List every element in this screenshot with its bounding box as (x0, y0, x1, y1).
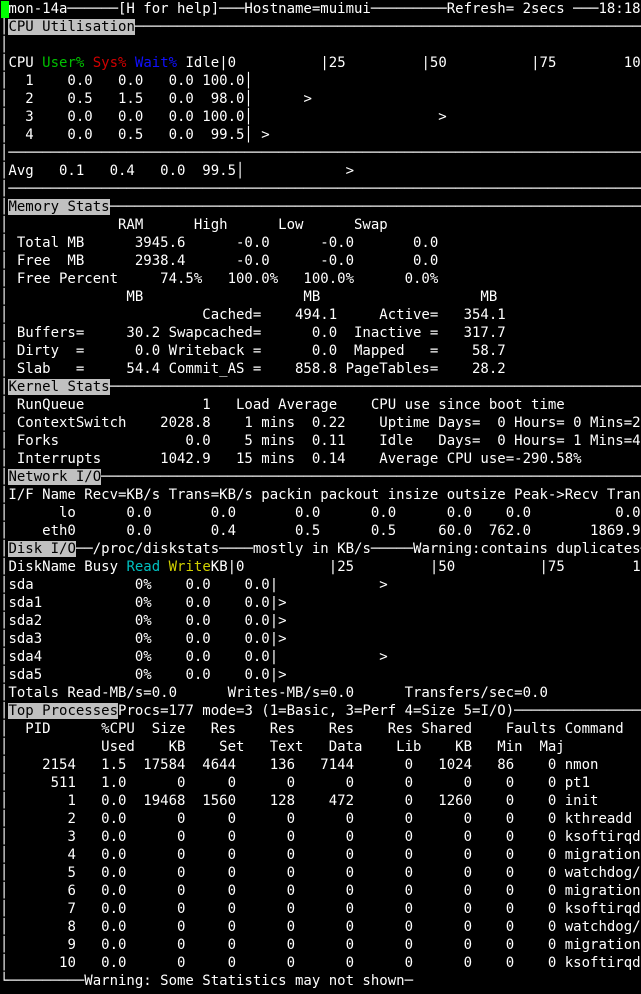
process-row-2154: 2154 1.5 17584 4644 136 7144 0 1024 86 0… (8, 757, 599, 773)
cpu-row-1: │ 1 0.0 0.0 0.0 100.0│ (0, 73, 253, 89)
disk-scale: |0 |25 |50 |75 100| (227, 559, 641, 575)
kernel-line-3: │ Interrupts 1042.9 15 mins 0.14 Average… (0, 451, 582, 467)
process-row-10: 10 0.0 0 0 0 0 0 0 0 0 ksoftirqd/2 (8, 955, 641, 971)
kernel-section-title-line: │Kernel Stats───────────────────────────… (0, 379, 641, 395)
disk-header: │DiskName Busy Read WriteKB|0 |25 |50 |7… (0, 558, 641, 576)
processes-header-2: │ Used KB Set Text Data Lib KB Min Maj (0, 739, 565, 755)
terminal-cursor (1, 1, 9, 18)
disk-row: │sda4 0% 0.0 0.0| > (0, 649, 388, 665)
process-row: │ 10 0.0 0 0 0 0 0 0 0 0 ksoftirqd/2 (0, 954, 641, 972)
memory-line-3: │ Free Percent 74.5% 100.0% 100.0% 0.0% (0, 271, 439, 287)
process-row-4: 4 0.0 0 0 0 0 0 0 0 0 migration/0 (8, 847, 641, 863)
disk-header-read: Read (126, 559, 161, 575)
footer-warning: └─────────Warning: Some Statistics may n… (0, 973, 414, 989)
process-row: │ 3 0.0 0 0 0 0 0 0 0 0 ksoftirqd/0 (0, 828, 641, 846)
cpu-header-user: User% (42, 55, 85, 71)
cpu-row: │ 2 0.5 1.5 0.0 98.0│ > │ (0, 91, 641, 107)
cpu-row: │ 1 0.0 0.0 0.0 100.0│ > (0, 73, 641, 89)
cpu-header-wait: Wait% (134, 55, 178, 71)
kernel-line-1: │ ContextSwitch 2028.8 1 mins 0.22 Uptim… (0, 415, 641, 431)
disk-header-write: Write (168, 559, 211, 575)
network-line-0: │I/F Name Recv=KB/s Trans=KB/s packin pa… (0, 487, 641, 503)
process-row-9: 9 0.0 0 0 0 0 0 0 0 0 migration/2 (8, 937, 641, 953)
memory-line-2: │ Free MB 2938.4 -0.0 -0.0 0.0 (0, 253, 439, 269)
process-row-8: 8 0.0 0 0 0 0 0 0 0 0 watchdog/1 (8, 919, 641, 935)
process-row: │ 2 0.0 0 0 0 0 0 0 0 0 kthreadd (0, 811, 633, 827)
memory-line-7: │ Dirty = 0.0 Writeback = 0.0 Mapped = 5… (0, 343, 506, 359)
disk-row-sda1: sda1 0% 0.0 0.0 (8, 595, 270, 611)
memory-line-5: │ Cached= 494.1 Active= 354.1 (0, 307, 506, 323)
disk-row-sda2: sda2 0% 0.0 0.0 (8, 613, 270, 629)
nmon-terminal[interactable]: nmon-14a──────[H for help]───Hostname=mu… (0, 0, 641, 994)
network-section-title: Network I/O (8, 469, 102, 485)
disk-row: │sda2 0% 0.0 0.0|> (0, 613, 287, 629)
processes-section-title: Top Processes (8, 703, 119, 719)
process-row-3: 3 0.0 0 0 0 0 0 0 0 0 ksoftirqd/0 (8, 829, 641, 845)
disk-row-sda5: sda5 0% 0.0 0.0 (8, 667, 270, 683)
cpu-sep: │───────────────────────────────────────… (0, 145, 641, 161)
memory-section-title: Memory Stats (8, 199, 110, 215)
cpu-row-3: │ 3 0.0 0.0 0.0 100.0│ (0, 109, 253, 125)
disk-section-title: Disk I/O (8, 541, 76, 557)
disk-row-sda: sda 0% 0.0 0.0 (8, 577, 270, 593)
disk-header-kb: KB (210, 559, 228, 575)
process-row: │ 6 0.0 0 0 0 0 0 0 0 0 migration/1 (0, 882, 641, 900)
cpu-row-4: │ 4 0.0 0.5 0.0 99.5│ (0, 127, 253, 143)
title-bar: nmon-14a──────[H for help]───Hostname=mu… (0, 1, 641, 17)
disk-row: │sda 0% 0.0 0.0| > (0, 577, 388, 593)
process-row: │ 1 0.0 19468 1560 128 472 0 1260 0 0 in… (0, 793, 599, 809)
cpu-header-idle: Idle (185, 55, 220, 71)
disk-row-sda4: sda4 0% 0.0 0.0 (8, 649, 270, 665)
process-row: │ 8 0.0 0 0 0 0 0 0 0 0 watchdog/1 (0, 918, 641, 936)
cpu-header-cpu: CPU (8, 55, 43, 71)
memory-line-8: │ Slab = 54.4 Commit_AS = 858.8 PageTabl… (0, 361, 506, 377)
disk-row: │sda3 0% 0.0 0.0|> (0, 631, 287, 647)
process-row: │ 9 0.0 0 0 0 0 0 0 0 0 migration/2 (0, 936, 641, 954)
cpu-header: │CPU User% Sys% Wait% Idle|0 |25 |50 |75… (0, 54, 641, 72)
kernel-section-title: Kernel Stats (8, 379, 110, 395)
cpu-blank: │ │ (0, 37, 641, 53)
cpu-sep-2: │───────────────────────────────────────… (0, 181, 641, 197)
cpu-section-title: CPU Utilisation (8, 19, 135, 35)
memory-line-6: │ Buffers= 30.2 Swapcached= 0.0 Inactive… (0, 325, 506, 341)
disk-row: │sda5 0% 0.0 0.0|> (0, 667, 287, 683)
process-row: │ 2154 1.5 17584 4644 136 7144 0 1024 86… (0, 757, 599, 773)
process-row: │ 4 0.0 0 0 0 0 0 0 0 0 migration/0 (0, 846, 641, 864)
process-row-6: 6 0.0 0 0 0 0 0 0 0 0 migration/1 (8, 883, 641, 899)
process-row: │ 7 0.0 0 0 0 0 0 0 0 0 ksoftirqd/1 (0, 900, 641, 918)
cpu-section-title-line: │CPU Utilisation────────────────────────… (0, 19, 641, 35)
process-row-5: 5 0.0 0 0 0 0 0 0 0 0 watchdog/0 (8, 865, 641, 881)
disk-section-title-line: │Disk I/O──/proc/diskstats────mostly in … (0, 541, 641, 557)
processes-summary: Procs=177 mode=3 (1=Basic, 3=Perf 4=Size… (118, 703, 515, 719)
process-row-1: 1 0.0 19468 1560 128 472 0 1260 0 0 init (8, 793, 599, 809)
process-row-2: 2 0.0 0 0 0 0 0 0 0 0 kthreadd (8, 811, 633, 827)
disk-row: │sda1 0% 0.0 0.0|> (0, 595, 287, 611)
cpu-header-sys: Sys% (92, 55, 127, 71)
process-row: │ 511 1.0 0 0 0 0 0 0 0 0 pt1 (0, 775, 591, 791)
disk-totals: │Totals Read-MB/s=0.0 Writes-MB/s=0.0 Tr… (0, 685, 548, 701)
memory-line-4: │ MB MB MB (0, 289, 498, 305)
network-section-title-line: │Network I/O────────────────────────────… (0, 469, 641, 485)
process-row: │ 5 0.0 0 0 0 0 0 0 0 0 watchdog/0 (0, 864, 641, 882)
cpu-row: │ 3 0.0 0.0 0.0 100.0│ > │ (0, 109, 641, 125)
memory-line-0: │ RAM High Low Swap (0, 217, 388, 233)
cpu-row: │ 4 0.0 0.5 0.0 99.5│ > │ (0, 127, 641, 143)
memory-section-title-line: │Memory Stats───────────────────────────… (0, 199, 641, 215)
cpu-row-2: │ 2 0.5 1.5 0.0 98.0│ (0, 91, 253, 107)
process-row-511: 511 1.0 0 0 0 0 0 0 0 0 pt1 (8, 775, 591, 791)
processes-header-line: │Top ProcessesProcs=177 mode=3 (1=Basic,… (0, 703, 641, 719)
processes-header-1: │ PID %CPU Size Res Res Res Res Shared F… (0, 721, 624, 737)
cpu-scale: |0 |25 |50 |75 100| (219, 55, 641, 71)
kernel-line-2: │ Forks 0.0 5 mins 0.11 Idle Days= 0 Hou… (0, 433, 641, 449)
cpu-avg: │Avg 0.1 0.4 0.0 99.5│ > │ (0, 163, 641, 179)
network-line-2: │ eth0 0.0 0.4 0.5 0.5 60.0 762.0 1869.9… (0, 523, 641, 539)
disk-row-sda3: sda3 0% 0.0 0.0 (8, 631, 270, 647)
memory-line-1: │ Total MB 3945.6 -0.0 -0.0 0.0 (0, 235, 439, 251)
network-line-1: │ lo 0.0 0.0 0.0 0.0 0.0 0.0 0.0 0.0 (0, 505, 641, 521)
cpu-avg-row: │Avg 0.1 0.4 0.0 99.5│ (0, 163, 245, 179)
kernel-line-0: │ RunQueue 1 Load Average CPU use since … (0, 397, 565, 413)
process-row-7: 7 0.0 0 0 0 0 0 0 0 0 ksoftirqd/1 (8, 901, 641, 917)
disk-header-name: DiskName Busy (8, 559, 127, 575)
